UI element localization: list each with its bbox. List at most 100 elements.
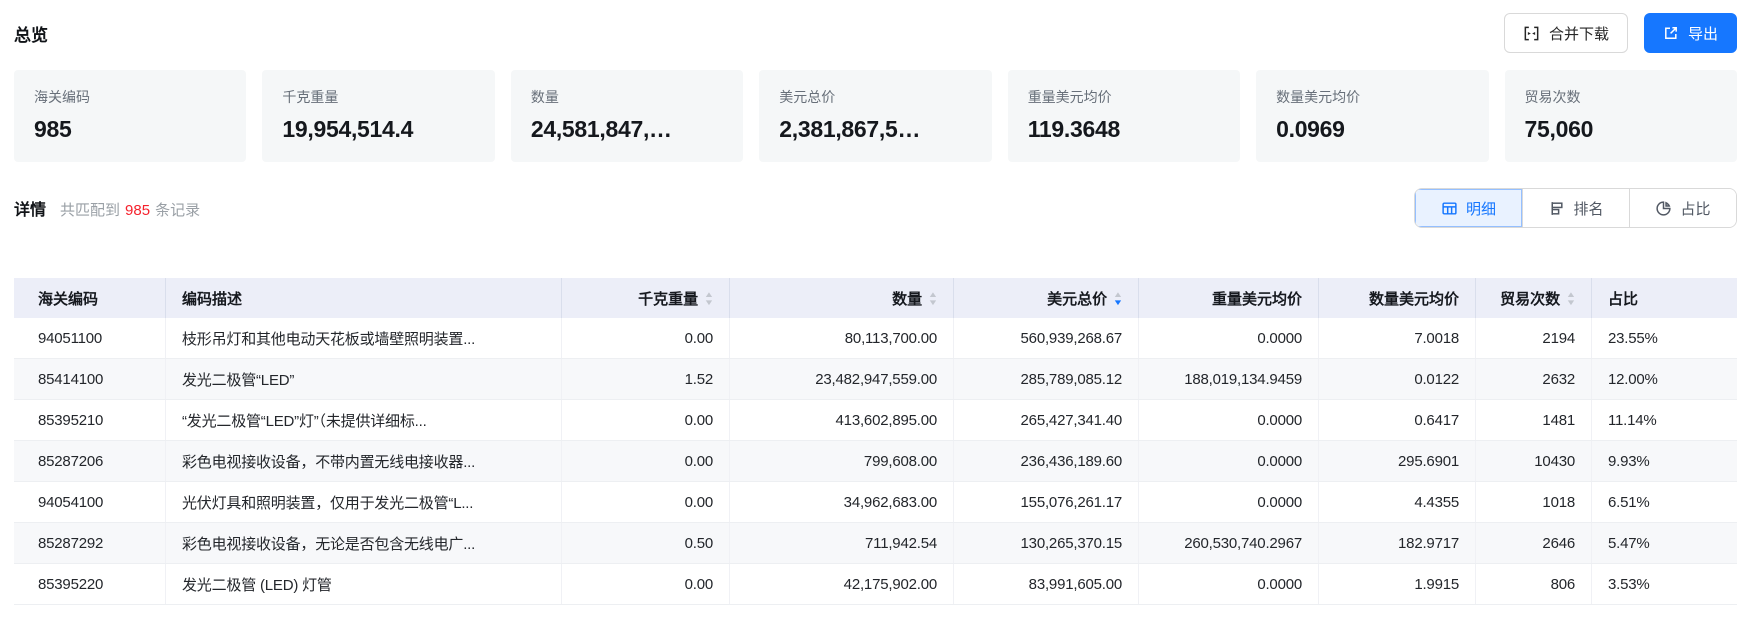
toolbar-actions: 合并下载 导出 xyxy=(1504,13,1737,53)
table-row: 85287292彩色电视接收设备，无论是否包含无线电广...0.50711,94… xyxy=(14,523,1737,564)
cell-code: 85414100 xyxy=(14,359,166,399)
summary-card-label: 海关编码 xyxy=(34,87,226,107)
column-header-usd_per_qty: 数量美元均价 xyxy=(1319,278,1476,318)
sort-carets: ▲▼ xyxy=(705,291,713,306)
summary-card: 数量美元均价 0.0969 xyxy=(1256,70,1488,162)
summary-card-value: 2,381,867,5… xyxy=(779,116,971,143)
cell-usd: 265,427,341.40 xyxy=(954,400,1139,440)
column-header-trades[interactable]: 贸易次数 ▲▼ xyxy=(1476,278,1592,318)
cell-share: 5.47% xyxy=(1592,523,1737,563)
details-title: 详情 xyxy=(14,196,46,220)
details-bar: 详情 共匹配到985条记录 明细 排名 占比 xyxy=(14,188,1737,228)
summary-card-value: 19,954,514.4 xyxy=(282,116,474,143)
tab-detail[interactable]: 明细 xyxy=(1415,189,1522,227)
summary-card-label: 重量美元均价 xyxy=(1028,87,1220,107)
cell-qty: 799,608.00 xyxy=(730,441,954,481)
cell-trades: 2646 xyxy=(1476,523,1592,563)
sort-carets: ▲▼ xyxy=(1567,291,1575,306)
column-header-label: 海关编码 xyxy=(38,288,98,309)
export-icon xyxy=(1663,25,1679,41)
match-count: 985 xyxy=(125,202,150,219)
table-row: 85287206彩色电视接收设备，不带内置无线电接收器...0.00799,60… xyxy=(14,441,1737,482)
column-header-qty[interactable]: 数量▲▼ xyxy=(730,278,954,318)
table-row: 94051100枝形吊灯和其他电动天花板或墙壁照明装置...0.0080,113… xyxy=(14,318,1737,359)
cell-share: 23.55% xyxy=(1592,318,1737,358)
merge-icon xyxy=(1523,25,1540,42)
cell-usd_per_qty: 0.0122 xyxy=(1319,359,1476,399)
cell-share: 6.51% xyxy=(1592,482,1737,522)
summary-card-value: 985 xyxy=(34,116,226,143)
cell-code: 85287206 xyxy=(14,441,166,481)
cell-desc: 发光二极管 (LED) 灯管 xyxy=(166,564,562,604)
table-icon xyxy=(1441,200,1458,217)
match-count-text: 共匹配到985条记录 xyxy=(60,199,200,220)
summary-card: 数量24,581,847,… xyxy=(511,70,743,162)
column-header-label: 贸易次数 xyxy=(1500,288,1560,309)
merge-download-label: 合并下载 xyxy=(1549,23,1609,44)
cell-kg: 0.00 xyxy=(562,318,730,358)
cell-desc: 彩色电视接收设备，无论是否包含无线电广... xyxy=(166,523,562,563)
cell-code: 85287292 xyxy=(14,523,166,563)
summary-card: 美元总价2,381,867,5… xyxy=(759,70,991,162)
export-button[interactable]: 导出 xyxy=(1644,13,1737,53)
column-header-desc: 编码描述 xyxy=(166,278,562,318)
cell-desc: “发光二极管“LED”灯”（未提供详细标... xyxy=(166,400,562,440)
column-header-usd[interactable]: 美元总价 ▲▼ xyxy=(954,278,1139,318)
cell-code: 94054100 xyxy=(14,482,166,522)
tab-proportion[interactable]: 占比 xyxy=(1629,189,1736,227)
table-row: 85414100发光二极管“LED”1.5223,482,947,559.002… xyxy=(14,359,1737,400)
cell-qty: 23,482,947,559.00 xyxy=(730,359,954,399)
column-header-usd_per_kg: 重量美元均价 xyxy=(1139,278,1319,318)
cell-trades: 2632 xyxy=(1476,359,1592,399)
page-title: 总览 xyxy=(14,21,48,46)
cell-usd_per_qty: 1.9915 xyxy=(1319,564,1476,604)
tab-detail-label: 明细 xyxy=(1466,198,1496,219)
column-header-label: 占比 xyxy=(1608,288,1638,309)
cell-desc: 光伏灯具和照明装置，仅用于发光二极管“L... xyxy=(166,482,562,522)
sort-asc-icon: ▲ xyxy=(704,291,715,298)
cell-usd_per_qty: 7.0018 xyxy=(1319,318,1476,358)
cell-qty: 42,175,902.00 xyxy=(730,564,954,604)
column-header-label: 数量美元均价 xyxy=(1369,288,1459,309)
column-header-label: 重量美元均价 xyxy=(1212,288,1302,309)
sort-carets: ▲▼ xyxy=(1114,291,1122,306)
table-row: 85395220发光二极管 (LED) 灯管0.0042,175,902.008… xyxy=(14,564,1737,605)
cell-qty: 711,942.54 xyxy=(730,523,954,563)
column-header-kg[interactable]: 千克重量▲▼ xyxy=(562,278,730,318)
cell-usd_per_qty: 182.9717 xyxy=(1319,523,1476,563)
cell-kg: 0.00 xyxy=(562,400,730,440)
cell-code: 94051100 xyxy=(14,318,166,358)
page: 总览 合并下载 xyxy=(0,0,1751,630)
cell-usd_per_kg: 260,530,740.2967 xyxy=(1139,523,1319,563)
sort-asc-icon: ▲ xyxy=(928,291,939,298)
cell-share: 11.14% xyxy=(1592,400,1737,440)
table-row-partial xyxy=(14,605,1737,630)
cell-usd: 560,939,268.67 xyxy=(954,318,1139,358)
cell-trades: 2194 xyxy=(1476,318,1592,358)
cell-qty: 34,962,683.00 xyxy=(730,482,954,522)
cell-qty: 80,113,700.00 xyxy=(730,318,954,358)
sort-desc-icon: ▼ xyxy=(704,299,715,306)
cell-usd_per_kg: 0.0000 xyxy=(1139,441,1319,481)
column-header-label: 美元总价 xyxy=(1047,288,1107,309)
tab-ranking-label: 排名 xyxy=(1573,198,1603,219)
cell-usd: 285,789,085.12 xyxy=(954,359,1139,399)
summary-card-value: 119.3648 xyxy=(1028,116,1220,143)
sort-desc-icon: ▼ xyxy=(1566,299,1577,306)
sort-asc-icon: ▲ xyxy=(1113,291,1124,298)
summary-card-value: 0.0969 xyxy=(1276,116,1468,143)
tab-proportion-label: 占比 xyxy=(1680,198,1710,219)
cell-usd_per_kg: 0.0000 xyxy=(1139,318,1319,358)
cell-code: 85395210 xyxy=(14,400,166,440)
cell-usd_per_kg: 0.0000 xyxy=(1139,482,1319,522)
summary-cards: 海关编码 985 千克重量 19,954,514.4 数量24,581,847,…美元总… xyxy=(14,70,1737,162)
cell-usd: 155,076,261.17 xyxy=(954,482,1139,522)
summary-card-label: 数量美元均价 xyxy=(1276,87,1468,107)
tab-ranking[interactable]: 排名 xyxy=(1522,189,1629,227)
merge-download-button[interactable]: 合并下载 xyxy=(1504,13,1628,53)
top-bar: 总览 合并下载 xyxy=(14,0,1737,53)
cell-usd: 130,265,370.15 xyxy=(954,523,1139,563)
cell-share: 12.00% xyxy=(1592,359,1737,399)
summary-card-label: 千克重量 xyxy=(282,87,474,107)
cell-usd_per_qty: 295.6901 xyxy=(1319,441,1476,481)
